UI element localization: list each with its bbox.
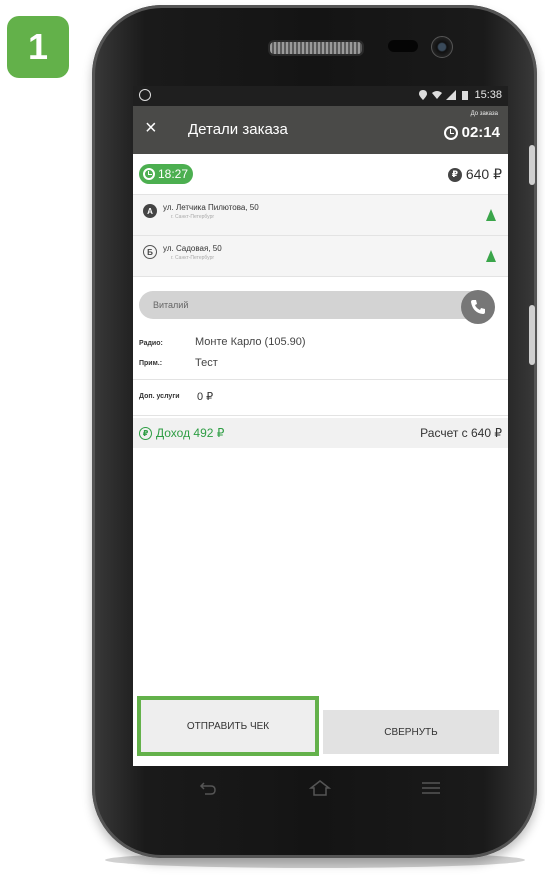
address-street: ул. Летчика Пилютова, 50 [163,203,259,212]
income-row: ₽ Доход 492 ₽ Расчет с 640 ₽ [133,418,508,448]
wifi-icon [432,91,443,99]
client-name: Виталий [153,300,189,310]
radio-label: Радио: [139,340,163,347]
send-receipt-button[interactable]: ОТПРАВИТЬ ЧЕК [137,696,319,756]
volume-button [529,145,535,185]
clock-icon [443,125,458,140]
navigate-arrow-icon[interactable] [486,209,496,221]
radio-value: Монте Карло (105.90) [195,336,306,348]
order-price-value: 640 ₽ [465,166,502,182]
proximity-sensor [388,40,418,52]
navigate-arrow-icon[interactable] [486,250,496,262]
countdown-timer: 02:14 [443,124,500,141]
address-city: г. Санкт-Петербург [171,214,215,220]
client-name-bar: Виталий [139,291,489,319]
address-street: ул. Садовая, 50 [163,244,222,253]
income: ₽ Доход 492 ₽ [139,426,224,440]
clock-icon [143,168,155,180]
income-ruble-icon: ₽ [139,426,152,440]
note-label: Прим.: [139,360,163,367]
divider [133,415,508,416]
address-badge-b: Б [143,245,157,259]
address-row-a[interactable]: А ул. Летчика Пилютова, 50 г. Санкт-Пете… [133,194,508,235]
earpiece-speaker [268,40,364,56]
collapse-button[interactable]: СВЕРНУТЬ [323,710,499,754]
close-button[interactable]: × [145,118,157,138]
calculation-value: Расчет с 640 ₽ [420,426,502,440]
order-price: ₽ 640 ₽ [447,166,502,183]
payment-coin-icon: ₽ [447,167,462,182]
app-header: × Детали заказа До заказа 02:14 [133,106,508,154]
step-number-badge: 1 [7,16,69,78]
app-status-icon [139,89,151,101]
extra-services-label: Доп. услуги [139,393,180,400]
menu-icon[interactable] [421,780,441,796]
phone-icon [471,300,485,314]
timer-label: До заказа [470,111,498,117]
divider [133,379,508,380]
order-time-badge: 18:27 [139,164,193,184]
income-value: Доход 492 ₽ [156,426,225,440]
extra-services-input[interactable]: 0 ₽ [195,388,249,406]
power-button [529,305,535,365]
phone-nav-bar [133,766,508,811]
location-icon [419,90,428,100]
home-icon[interactable] [309,778,331,798]
signal-icon [446,90,457,100]
status-time: 15:38 [474,89,502,101]
order-time: 18:27 [158,167,189,181]
battery-icon [462,91,469,100]
call-button[interactable] [461,290,495,324]
front-camera [431,36,453,58]
timer-value: 02:14 [461,124,500,141]
order-summary-row: 18:27 ₽ 640 ₽ [133,154,508,194]
phone-screen: 15:38 × Детали заказа До заказа 02:14 18… [133,86,508,766]
note-value: Тест [195,357,218,369]
back-icon[interactable] [198,778,218,798]
address-row-b[interactable]: Б ул. Садовая, 50 г. Санкт-Петербург [133,235,508,277]
status-bar: 15:38 [133,86,508,106]
address-badge-a: А [143,204,157,218]
address-city: г. Санкт-Петербург [171,255,215,261]
page-title: Детали заказа [188,121,288,138]
